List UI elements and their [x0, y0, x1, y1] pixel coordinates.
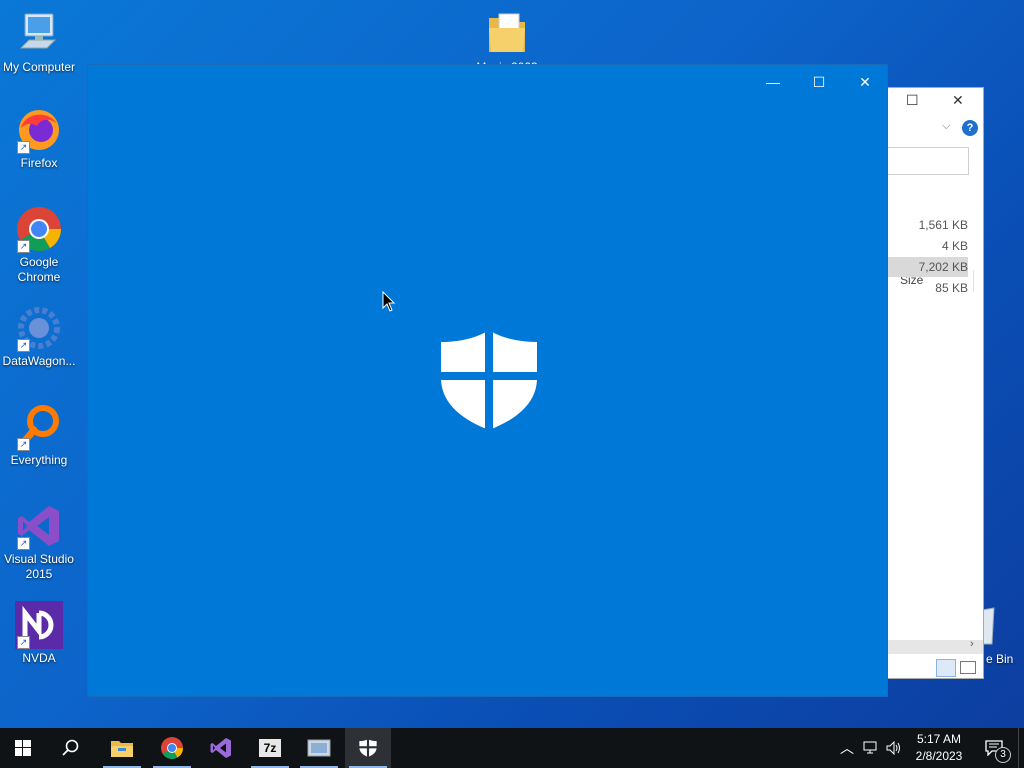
desktop-icon-label: NVDA	[22, 651, 56, 665]
details-view-icon[interactable]	[936, 659, 956, 677]
action-center-button[interactable]: 3	[978, 728, 1011, 768]
desktop-icon-google-chrome[interactable]: ↗ Google Chrome	[0, 205, 78, 285]
taskbar-7zip[interactable]: 7z	[247, 728, 293, 768]
taskbar-windows-security[interactable]	[345, 728, 391, 768]
computer-icon	[15, 10, 63, 58]
desktop-icon-label: DataWagon...	[2, 354, 76, 368]
desktop-icon-nvda[interactable]: ↗ NVDA	[0, 601, 78, 666]
horizontal-scrollbar[interactable]: ›	[888, 638, 983, 654]
mouse-cursor-icon	[382, 290, 396, 313]
visual-studio-icon: ↗	[15, 502, 63, 550]
close-button[interactable]: ✕	[952, 92, 964, 109]
desktop-icon-firefox[interactable]: ↗ Firefox	[0, 106, 78, 171]
file-size: 85 KB	[935, 281, 968, 295]
desktop-icon-label: Everything	[10, 453, 68, 467]
visual-studio-icon	[210, 738, 231, 758]
shortcut-arrow-icon: ↗	[17, 537, 30, 550]
chrome-icon	[161, 737, 183, 759]
desktop-icon-visual-studio-2015[interactable]: ↗ Visual Studio 2015	[0, 502, 78, 582]
volume-icon[interactable]	[884, 728, 904, 768]
clock-time: 5:17 AM	[916, 732, 962, 746]
taskbar-app[interactable]	[296, 728, 342, 768]
shortcut-arrow-icon: ↗	[17, 339, 30, 352]
taskbar-chrome[interactable]	[149, 728, 195, 768]
desktop-icon-datawagon[interactable]: ↗ DataWagon...	[0, 304, 78, 369]
7zip-icon: 7z	[259, 739, 281, 757]
desktop-icon-label: My Computer	[2, 60, 76, 74]
search-button[interactable]	[48, 728, 94, 768]
close-button[interactable]: ✕	[845, 71, 885, 93]
file-row[interactable]: 7,202 KB	[888, 257, 968, 277]
taskbar-visual-studio[interactable]	[198, 728, 244, 768]
chevron-up-icon: ︿	[840, 740, 854, 756]
nvda-icon: ↗	[15, 601, 63, 649]
taskbar: 7z ︿ 5:17 AM 2/8/2023 3	[0, 728, 1024, 768]
desktop-icon-label: Google Chrome	[17, 255, 61, 284]
windows-security-icon	[359, 738, 377, 758]
maximize-button[interactable]: ☐	[906, 92, 919, 109]
clock-date: 2/8/2023	[915, 749, 963, 763]
large-icons-view-icon[interactable]	[960, 661, 976, 674]
folder-icon	[483, 10, 531, 58]
file-explorer-window: ☐ ✕ ⌵ ? Size 1,561 KB 4 KB 7,202 KB 85 K…	[888, 87, 984, 679]
datawagon-icon: ↗	[15, 304, 63, 352]
file-row[interactable]: 85 KB	[888, 278, 968, 298]
chevron-down-icon[interactable]: ⌵	[942, 120, 950, 133]
file-size: 1,561 KB	[918, 218, 968, 232]
file-size: 7,202 KB	[918, 260, 968, 274]
column-divider	[973, 270, 974, 292]
network-icon[interactable]	[861, 728, 881, 768]
file-row[interactable]: 1,561 KB	[888, 215, 968, 235]
desktop-icon-label: Firefox	[20, 156, 58, 170]
help-icon[interactable]: ?	[962, 120, 978, 136]
chrome-icon: ↗	[15, 205, 63, 253]
recycle-bin-icon[interactable]	[981, 606, 1024, 654]
start-button[interactable]	[0, 728, 46, 768]
windows-security-window: — ☐ ✕	[87, 64, 888, 697]
firefox-icon: ↗	[15, 106, 63, 154]
desktop-icon-everything[interactable]: ↗ Everything	[0, 403, 78, 468]
desktop: My Computer ↗ Firefox ↗ Google Chrome ↗ …	[0, 0, 1024, 728]
windows-logo-icon	[15, 740, 31, 756]
shortcut-arrow-icon: ↗	[17, 438, 30, 451]
search-icon	[62, 739, 79, 756]
desktop-icon-my-computer[interactable]: My Computer	[0, 10, 78, 75]
taskbar-file-explorer[interactable]	[99, 728, 145, 768]
windows-security-shield-icon	[439, 328, 539, 432]
shortcut-arrow-icon: ↗	[17, 141, 30, 154]
app-icon	[307, 739, 331, 757]
search-input[interactable]	[888, 147, 969, 175]
file-row[interactable]: 4 KB	[888, 236, 968, 256]
maximize-button[interactable]: ☐	[799, 71, 839, 93]
show-desktop-button[interactable]	[1018, 728, 1019, 768]
taskbar-clock[interactable]: 5:17 AM 2/8/2023	[908, 731, 970, 765]
file-size: 4 KB	[941, 239, 968, 253]
show-hidden-icons-button[interactable]: ︿	[838, 728, 856, 768]
file-explorer-icon	[111, 741, 133, 757]
shortcut-arrow-icon: ↗	[17, 240, 30, 253]
notification-count-badge: 3	[995, 747, 1011, 763]
everything-icon: ↗	[15, 403, 63, 451]
desktop-icon-label: Visual Studio 2015	[4, 552, 74, 581]
recycle-bin-label: e Bin	[986, 652, 1014, 666]
minimize-button[interactable]: —	[753, 71, 793, 93]
scroll-right-icon[interactable]: ›	[970, 638, 974, 650]
shortcut-arrow-icon: ↗	[17, 636, 30, 649]
